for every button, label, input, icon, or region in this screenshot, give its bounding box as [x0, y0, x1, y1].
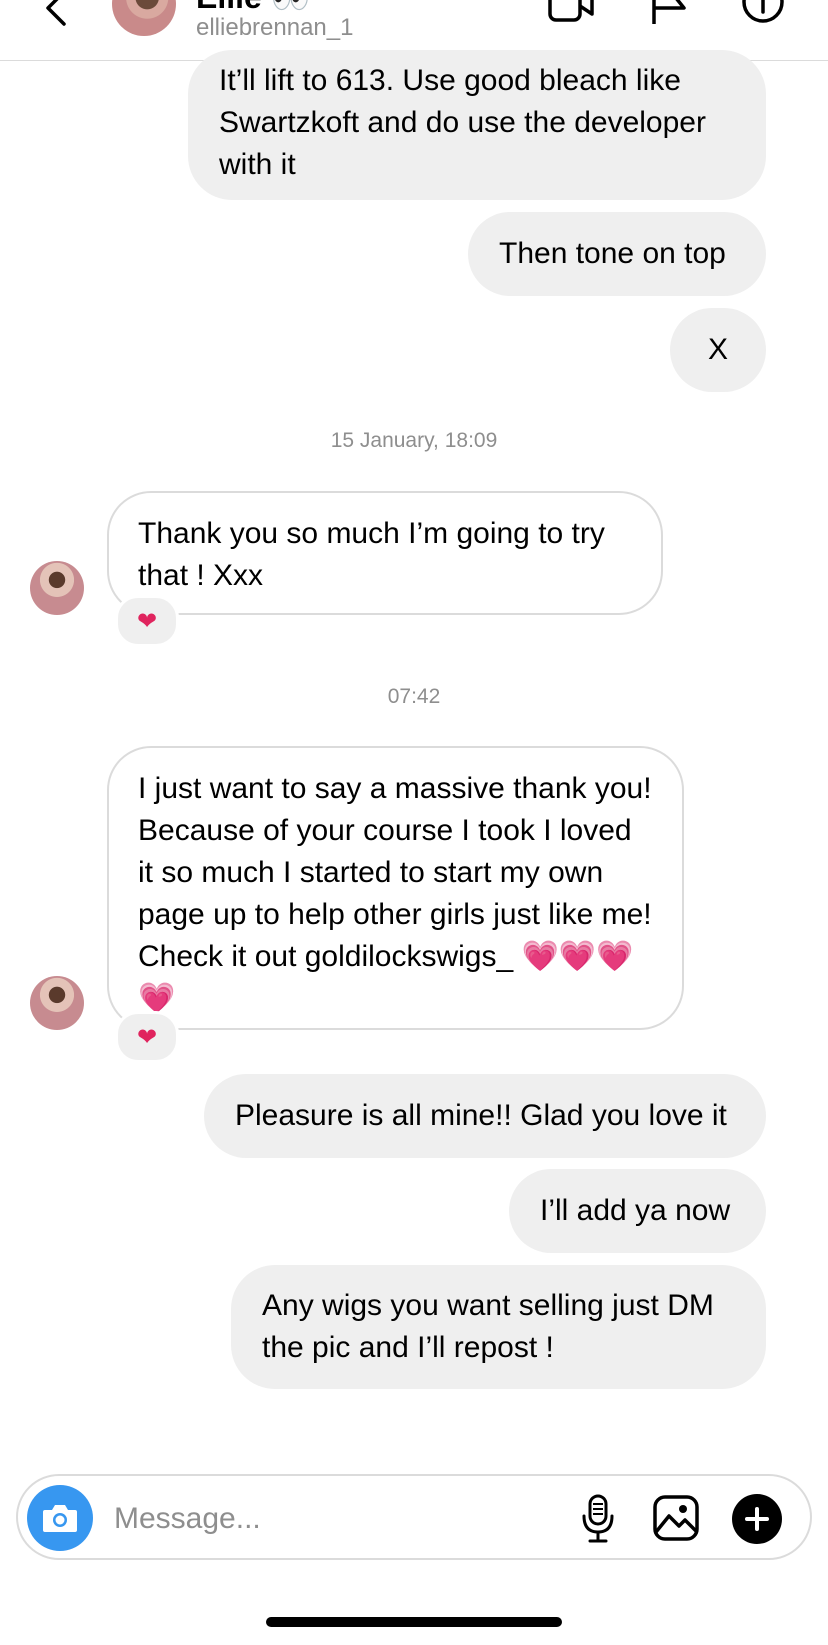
- heart-reaction[interactable]: ❤: [115, 595, 179, 647]
- video-call-icon[interactable]: [548, 0, 596, 24]
- message-text: X: [707, 333, 728, 366]
- incoming-message[interactable]: I just want to say a massive thank you! …: [107, 746, 684, 1030]
- timestamp: 15 January, 18:09: [330, 429, 498, 452]
- flag-icon[interactable]: [650, 0, 690, 24]
- heart-icon: ❤: [136, 1023, 158, 1051]
- plus-icon: [745, 1507, 769, 1531]
- message-text: I just want to say a massive thank you! …: [138, 772, 652, 1015]
- message-text: Then tone on top: [499, 237, 726, 270]
- message-text: It’ll lift to 613. Use good bleach like …: [219, 64, 706, 181]
- sender-avatar[interactable]: [30, 561, 84, 615]
- info-icon[interactable]: [740, 0, 786, 28]
- outgoing-message[interactable]: X: [670, 308, 766, 392]
- camera-icon: [43, 1505, 77, 1532]
- home-indicator: [266, 1617, 562, 1627]
- gallery-icon[interactable]: [652, 1494, 700, 1542]
- camera-button[interactable]: [27, 1485, 93, 1551]
- message-text: I’ll add ya now: [540, 1194, 731, 1227]
- heart-icon: ❤: [136, 607, 158, 635]
- message-text: Pleasure is all mine!! Glad you love it: [235, 1099, 727, 1132]
- message-input[interactable]: [112, 1496, 536, 1542]
- outgoing-message[interactable]: Then tone on top: [468, 212, 766, 296]
- outgoing-message[interactable]: It’ll lift to 613. Use good bleach like …: [188, 50, 766, 200]
- microphone-icon[interactable]: [580, 1494, 616, 1544]
- outgoing-message[interactable]: Any wigs you want selling just DM the pi…: [231, 1265, 766, 1389]
- message-text: Any wigs you want selling just DM the pi…: [262, 1289, 714, 1364]
- outgoing-message[interactable]: Pleasure is all mine!! Glad you love it: [204, 1074, 766, 1158]
- sender-avatar[interactable]: [30, 976, 84, 1030]
- message-composer: [16, 1474, 812, 1560]
- add-content-button[interactable]: [732, 1494, 782, 1544]
- outgoing-message[interactable]: I’ll add ya now: [509, 1169, 766, 1253]
- heart-reaction[interactable]: ❤: [115, 1011, 179, 1063]
- message-text: Thank you so much I’m going to try that …: [138, 517, 605, 592]
- header-avatar[interactable]: [112, 0, 176, 36]
- back-arrow-icon[interactable]: [38, 0, 78, 28]
- contact-username[interactable]: elliebrennan_1: [196, 14, 353, 42]
- timestamp: 07:42: [387, 685, 441, 708]
- incoming-message[interactable]: Thank you so much I’m going to try that …: [107, 491, 663, 615]
